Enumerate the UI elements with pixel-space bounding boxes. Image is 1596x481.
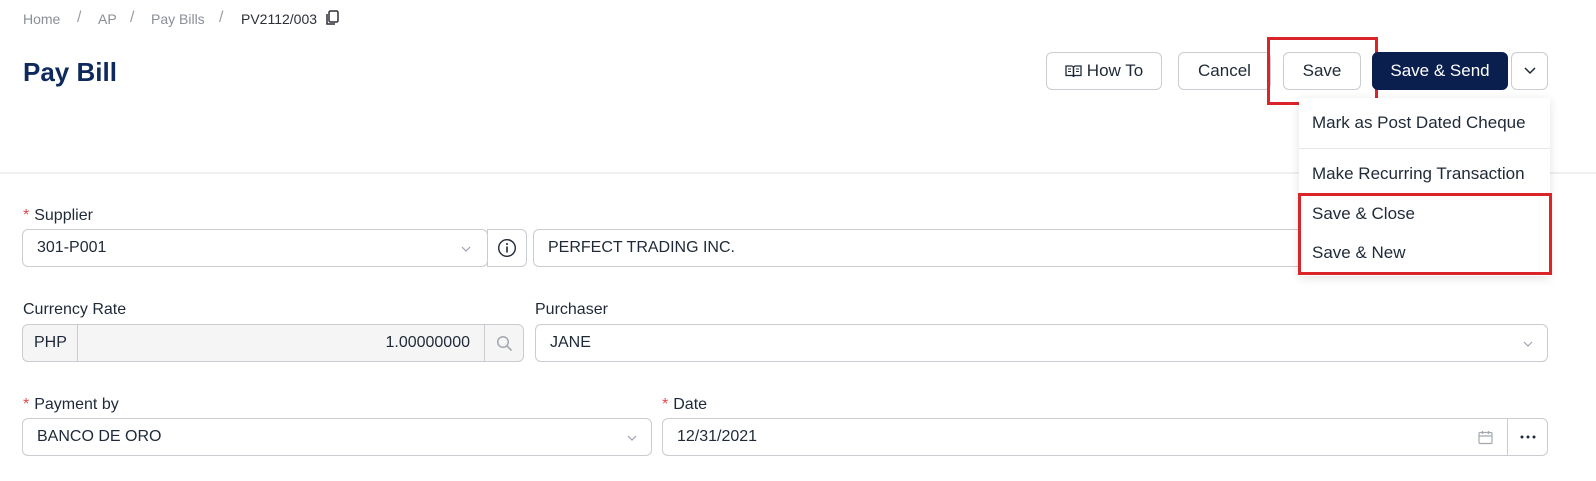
required-marker: * xyxy=(23,207,30,224)
date-input[interactable]: 12/31/2021 xyxy=(662,418,1508,456)
supplier-name-field[interactable]: PERFECT TRADING INC. xyxy=(533,229,1313,267)
purchaser-label: Purchaser xyxy=(535,301,608,318)
currency-code-value: PHP xyxy=(34,334,67,351)
currency-rate-search-button[interactable] xyxy=(484,324,524,362)
breadcrumb-separator: / xyxy=(219,9,224,26)
page-title: Pay Bill xyxy=(23,57,117,87)
supplier-code-value: 301-P001 xyxy=(37,239,107,256)
copy-icon[interactable] xyxy=(325,10,339,26)
breadcrumb-ap-link[interactable]: AP xyxy=(98,11,117,27)
currency-rate-value: 1.00000000 xyxy=(385,334,470,351)
cancel-button[interactable]: Cancel xyxy=(1178,52,1271,90)
currency-code-field: PHP xyxy=(22,324,78,362)
more-actions-dropdown-button[interactable] xyxy=(1511,52,1548,90)
currency-rate-label: Currency Rate xyxy=(23,301,127,318)
save-options-highlight xyxy=(1298,193,1552,275)
menu-item-recurring-transaction[interactable]: Make Recurring Transaction xyxy=(1312,164,1525,184)
menu-item-post-dated-cheque[interactable]: Mark as Post Dated Cheque xyxy=(1312,113,1526,133)
required-marker: * xyxy=(662,396,669,413)
search-icon xyxy=(496,335,512,351)
menu-divider xyxy=(1299,148,1550,149)
required-marker: * xyxy=(23,396,30,413)
payment-by-value: BANCO DE ORO xyxy=(37,428,162,445)
chevron-down-icon xyxy=(1523,67,1536,75)
calendar-icon[interactable] xyxy=(1478,430,1493,445)
supplier-name-value: PERFECT TRADING INC. xyxy=(548,239,735,256)
currency-rate-input[interactable]: 1.00000000 xyxy=(77,324,485,362)
chevron-down-icon xyxy=(1523,341,1533,347)
how-to-button[interactable]: How To xyxy=(1046,52,1162,90)
info-icon xyxy=(497,238,517,258)
save-send-button[interactable]: Save & Send xyxy=(1372,52,1508,90)
chevron-down-icon xyxy=(461,246,471,252)
payment-by-label: * Payment by xyxy=(23,396,119,413)
book-icon xyxy=(1065,65,1082,78)
breadcrumb-separator: / xyxy=(130,9,135,26)
breadcrumb-pay-bills-link[interactable]: Pay Bills xyxy=(151,11,205,27)
chevron-down-icon xyxy=(627,435,637,441)
how-to-label: How To xyxy=(1086,61,1144,80)
more-horizontal-icon xyxy=(1520,435,1535,439)
purchaser-value: JANE xyxy=(550,334,591,351)
breadcrumb-home-link[interactable]: Home xyxy=(23,11,60,27)
supplier-info-button[interactable] xyxy=(487,229,527,267)
purchaser-select[interactable]: JANE xyxy=(535,324,1548,362)
date-label: * Date xyxy=(662,396,708,413)
date-value: 12/31/2021 xyxy=(677,428,758,445)
payment-by-select[interactable]: BANCO DE ORO xyxy=(22,418,652,456)
breadcrumb-separator: / xyxy=(77,9,82,26)
date-more-button[interactable] xyxy=(1507,418,1548,456)
breadcrumb-current: PV2112/003 xyxy=(241,11,318,27)
save-button-highlight xyxy=(1267,37,1378,105)
supplier-code-select[interactable]: 301-P001 xyxy=(22,229,488,267)
supplier-label: * Supplier xyxy=(23,207,93,224)
